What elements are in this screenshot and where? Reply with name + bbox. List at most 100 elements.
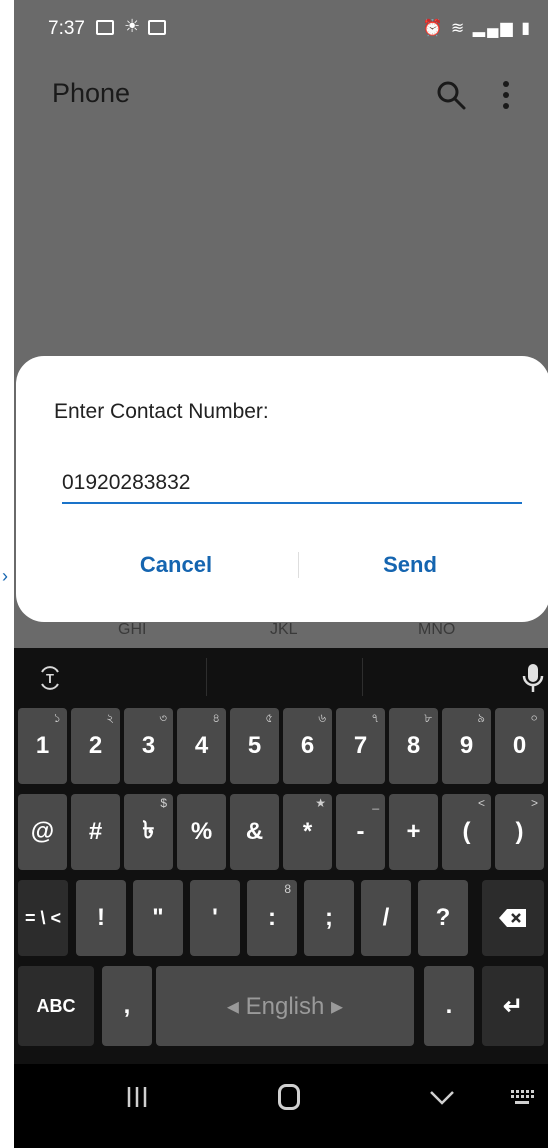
key-label: 7 xyxy=(353,732,368,759)
translate-icon[interactable]: T xyxy=(36,664,64,692)
key-hint: ৯ xyxy=(477,711,485,725)
key-hint: 8 xyxy=(284,882,291,896)
app-bar: Phone xyxy=(14,56,548,132)
keyboard: T ১1২2৩3৪4৫5৬6৭7৮8৯9০0 @ # $ ৳% & ★ * _ - + <(>) =… xyxy=(14,648,548,1064)
voicemail-icon xyxy=(148,20,166,35)
key-label: , xyxy=(123,992,131,1019)
key-label: 9 xyxy=(459,732,474,759)
key-hint: ৪ xyxy=(212,711,220,725)
keypad-label-mno: MNO xyxy=(418,621,456,638)
enter-key[interactable]: ↵ xyxy=(482,966,544,1046)
key-hint: ★ xyxy=(315,796,326,810)
status-bar: 7:37 ☀ ⏰ ≋ ▂▄▆ ▮ xyxy=(14,0,548,56)
wifi-icon: ≋ xyxy=(450,20,467,37)
key-label: ) xyxy=(515,818,524,845)
screen: 7:37 ☀ ⏰ ≋ ▂▄▆ ▮ Phone GHI JKL MNO Enter… xyxy=(14,0,548,1148)
digit-key[interactable]: ৬6 xyxy=(283,708,332,784)
microphone-icon[interactable] xyxy=(522,662,544,694)
symbol-key[interactable]: & xyxy=(230,794,279,870)
digit-key[interactable]: ২2 xyxy=(71,708,120,784)
key-hint: ১ xyxy=(53,711,61,725)
weather-icon: ☀ xyxy=(124,16,141,36)
key-label: 2 xyxy=(88,732,103,759)
key-hint: ৩ xyxy=(159,711,167,725)
key-label: # xyxy=(88,818,103,845)
punctuation-key[interactable]: ? xyxy=(418,880,468,956)
more-options-icon[interactable] xyxy=(492,78,520,112)
key-label: ( xyxy=(462,818,471,845)
digit-key[interactable]: ১1 xyxy=(18,708,67,784)
symbol-key[interactable]: ★ * xyxy=(283,794,332,870)
cancel-button[interactable]: Cancel xyxy=(86,542,266,588)
key-label: & xyxy=(245,818,264,845)
key-hint: ৫ xyxy=(265,711,273,725)
symbol-key[interactable]: % xyxy=(177,794,226,870)
contact-number-dialog: Enter Contact Number: Cancel Send xyxy=(16,356,548,622)
key-label: @ xyxy=(30,818,55,845)
abc-key[interactable]: ABC xyxy=(18,966,94,1046)
symbol-key[interactable]: $ ৳ xyxy=(124,794,173,870)
search-icon[interactable] xyxy=(434,78,468,112)
send-button[interactable]: Send xyxy=(320,542,500,588)
keyboard-switch-icon[interactable] xyxy=(510,1088,534,1106)
digit-key[interactable]: ৯9 xyxy=(442,708,491,784)
key-hint: < xyxy=(477,796,485,810)
key-label: 0 xyxy=(512,732,527,759)
backspace-icon xyxy=(499,909,526,927)
key-label: 3 xyxy=(141,732,156,759)
backspace-key[interactable] xyxy=(482,880,544,956)
key-label: % xyxy=(190,818,213,845)
symbol-key[interactable]: >) xyxy=(495,794,544,870)
contact-number-input[interactable] xyxy=(62,464,522,504)
key-label: / xyxy=(382,904,390,931)
comma-key[interactable]: , xyxy=(102,966,152,1046)
keypad-label-jkl: JKL xyxy=(270,621,298,638)
digit-key[interactable]: ৮8 xyxy=(389,708,438,784)
key-label: ABC xyxy=(36,995,76,1016)
keypad-label-ghi: GHI xyxy=(118,621,147,638)
symbol-key[interactable]: @ xyxy=(18,794,67,870)
symbol-key[interactable]: <( xyxy=(442,794,491,870)
app-title: Phone xyxy=(52,78,131,108)
key-label: : xyxy=(268,904,276,931)
key-label: ? xyxy=(435,904,451,931)
key-hint: ০ xyxy=(530,711,538,725)
symbol-page-key[interactable]: = \ < xyxy=(18,880,68,956)
status-time: 7:37 xyxy=(48,18,85,39)
recents-icon[interactable] xyxy=(124,1084,150,1110)
digit-key[interactable]: ০0 xyxy=(495,708,544,784)
home-icon[interactable] xyxy=(278,1084,300,1110)
punctuation-key[interactable]: " xyxy=(133,880,183,956)
toolbar-divider xyxy=(362,658,363,696)
key-hint: ২ xyxy=(106,711,114,725)
symbol-key[interactable]: + xyxy=(389,794,438,870)
hide-keyboard-icon[interactable] xyxy=(428,1084,456,1110)
digit-key[interactable]: ৪4 xyxy=(177,708,226,784)
key-label: ; xyxy=(325,904,333,931)
key-label: 6 xyxy=(300,732,315,759)
keyboard-toolbar: T xyxy=(14,648,548,706)
period-key[interactable]: . xyxy=(424,966,474,1046)
digit-key[interactable]: ৭7 xyxy=(336,708,385,784)
arrow-pointer-icon: › xyxy=(2,566,8,586)
digit-key[interactable]: ৩3 xyxy=(124,708,173,784)
punctuation-key[interactable]: ' xyxy=(190,880,240,956)
key-hint: ৭ xyxy=(371,711,379,725)
symbol-key[interactable]: # xyxy=(71,794,120,870)
key-label: " xyxy=(152,904,164,931)
space-key[interactable]: ◂ English ▸ xyxy=(156,966,414,1046)
button-divider xyxy=(298,552,299,578)
signal-icon: ▂▄▆ xyxy=(472,20,515,37)
punctuation-key[interactable]: / xyxy=(361,880,411,956)
alarm-icon: ⏰ xyxy=(422,20,445,37)
punctuation-key[interactable]: ! xyxy=(76,880,126,956)
symbol-key[interactable]: _ - xyxy=(336,794,385,870)
punctuation-key[interactable]: 8: xyxy=(247,880,297,956)
digit-key[interactable]: ৫5 xyxy=(230,708,279,784)
key-label: ! xyxy=(97,904,105,931)
key-label: ' xyxy=(212,904,218,931)
key-label: 1 xyxy=(35,732,50,759)
key-hint: _ xyxy=(372,796,379,810)
punctuation-key[interactable]: ; xyxy=(304,880,354,956)
key-label: * xyxy=(302,818,313,845)
